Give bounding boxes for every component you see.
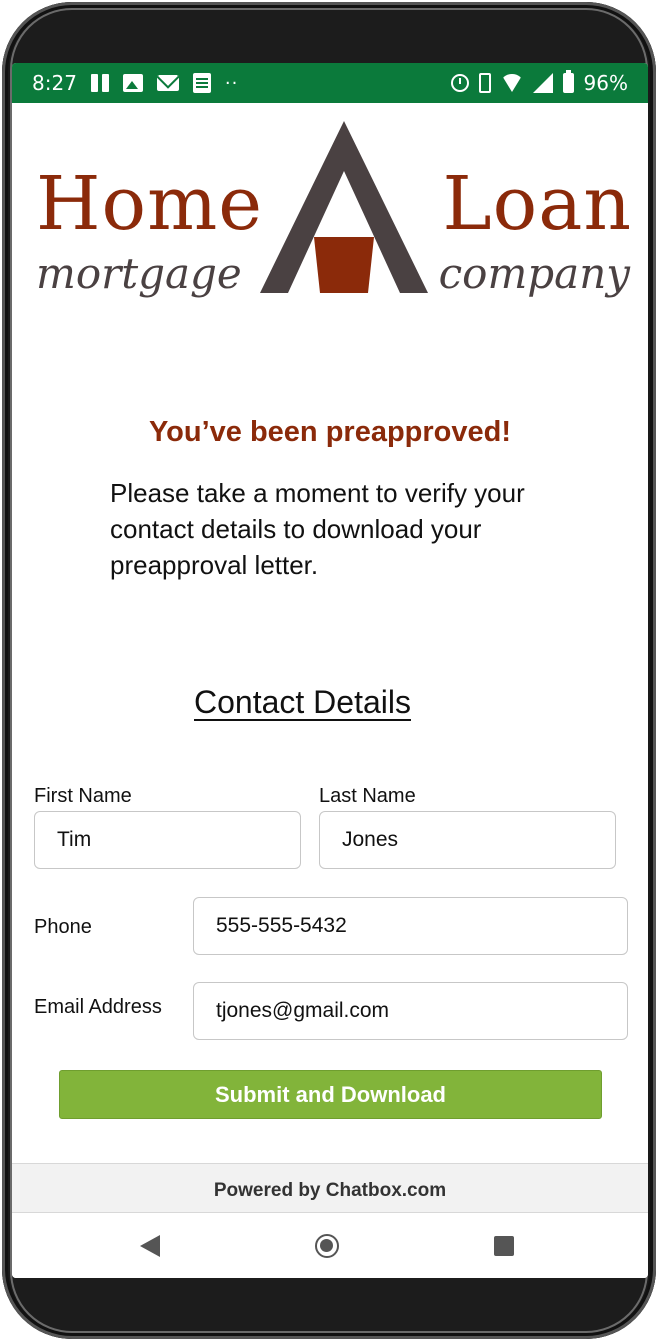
battery-charging-icon — [562, 70, 574, 93]
alarm-icon — [450, 74, 469, 92]
powered-by-text: Powered by Chatbox.com — [213, 1180, 447, 1202]
recents-button[interactable] — [464, 1213, 544, 1278]
logo-word-mortgage: mortgage — [36, 249, 242, 298]
phone-label: Phone — [34, 916, 92, 938]
navigation-bar — [12, 1213, 648, 1278]
status-time: 8:27 — [32, 71, 77, 95]
first-name-label: First Name — [34, 785, 132, 807]
house-a-logo-icon — [260, 121, 428, 293]
vibrate-icon — [478, 73, 491, 93]
back-icon — [140, 1234, 160, 1257]
mail-icon — [156, 75, 179, 91]
email-label: Email Address — [34, 996, 162, 1018]
home-icon — [315, 1233, 339, 1258]
logo-word-loan: Loan — [442, 161, 632, 247]
home-button[interactable] — [287, 1213, 367, 1278]
pause-icon — [90, 74, 109, 92]
document-icon — [192, 73, 211, 93]
email-input[interactable] — [193, 982, 628, 1040]
section-title-contact-details: Contact Details — [194, 684, 411, 720]
headline: You’ve been preapproved! — [148, 416, 512, 448]
submit-and-download-button[interactable]: Submit and Download — [59, 1070, 602, 1119]
logo-word-home: Home — [36, 161, 264, 247]
last-name-input[interactable] — [319, 811, 616, 869]
footer: Powered by Chatbox.com — [12, 1163, 648, 1213]
back-button[interactable] — [110, 1213, 190, 1278]
screen: 8:27 ·· 96% Home Loan mortgage company Y… — [12, 63, 648, 1278]
logo-word-company: company — [438, 249, 630, 298]
first-name-input[interactable] — [34, 811, 301, 869]
last-name-label: Last Name — [319, 785, 416, 807]
phone-input[interactable] — [193, 897, 628, 955]
wifi-icon — [500, 74, 523, 92]
status-bar: 8:27 ·· 96% — [12, 63, 648, 103]
logo: Home Loan mortgage company — [32, 121, 632, 311]
more-dots-icon: ·· — [224, 72, 239, 94]
recents-icon — [494, 1235, 514, 1256]
battery-percent: 96% — [583, 71, 628, 95]
signal-icon — [532, 73, 553, 93]
image-icon — [122, 74, 143, 92]
intro-text: Please take a moment to verify your cont… — [110, 478, 525, 580]
